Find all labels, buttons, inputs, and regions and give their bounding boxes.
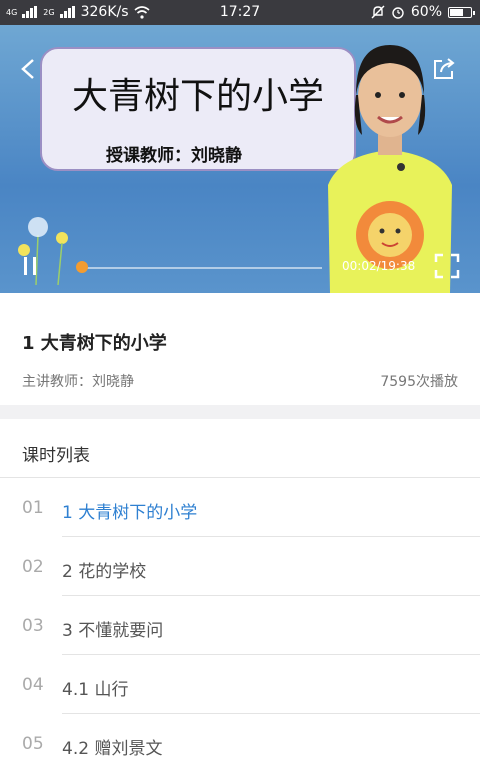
lesson-row[interactable]: 05 4.2 赠刘景文 — [0, 714, 480, 773]
play-count: 7595次播放 — [380, 371, 458, 391]
section-divider — [0, 405, 480, 419]
dandelion-decoration — [10, 205, 80, 285]
lesson-row[interactable]: 02 2 花的学校 — [0, 537, 480, 596]
lesson-list: 课时列表 01 1 大青树下的小学 02 2 花的学校 03 3 不懂就要问 0… — [0, 419, 480, 745]
progress-track[interactable] — [82, 267, 322, 269]
alarm-icon — [391, 5, 405, 19]
fullscreen-icon[interactable] — [434, 253, 460, 279]
back-icon[interactable] — [20, 58, 36, 80]
slide-subtitle: 授课教师：刘晓静 — [106, 141, 242, 166]
lesson-row[interactable]: 01 1 大青树下的小学 — [0, 478, 480, 537]
mute-bell-icon — [371, 5, 385, 19]
lesson-row[interactable]: 03 3 不懂就要问 — [0, 596, 480, 655]
battery-fill — [450, 9, 463, 16]
lesson-number: 02 — [22, 557, 44, 577]
lesson-teacher: 主讲教师：刘晓静 — [22, 371, 134, 391]
lesson-number: 01 — [22, 498, 44, 518]
lesson-name: 2 花的学校 — [62, 557, 146, 582]
pause-icon[interactable] — [22, 255, 38, 277]
lesson-name: 4.1 山行 — [62, 675, 128, 700]
battery-icon — [448, 7, 472, 18]
lesson-name: 1 大青树下的小学 — [62, 498, 197, 523]
lesson-title: 1 大青树下的小学 — [22, 329, 167, 355]
video-player[interactable]: 大青树下的小学 授课教师：刘晓静 00:02/19:38 — [0, 25, 480, 293]
list-header: 课时列表 — [22, 441, 90, 466]
lesson-name: 4.2 赠刘景文 — [62, 734, 162, 759]
battery-percent: 60% — [411, 4, 442, 20]
lesson-number: 05 — [22, 734, 44, 754]
lesson-name: 3 不懂就要问 — [62, 616, 163, 641]
time-display: 00:02/19:38 — [342, 259, 415, 273]
lesson-info: 1 大青树下的小学 主讲教师：刘晓静 7595次播放 — [0, 293, 480, 405]
lesson-number: 03 — [22, 616, 44, 636]
status-bar: 4G 2G 326K/s 17:27 60% — [0, 0, 480, 25]
share-icon[interactable] — [432, 57, 456, 81]
lesson-row[interactable]: 04 4.1 山行 — [0, 655, 480, 714]
lesson-number: 04 — [22, 675, 44, 695]
progress-knob[interactable] — [76, 261, 88, 273]
status-right: 60% — [371, 4, 472, 20]
